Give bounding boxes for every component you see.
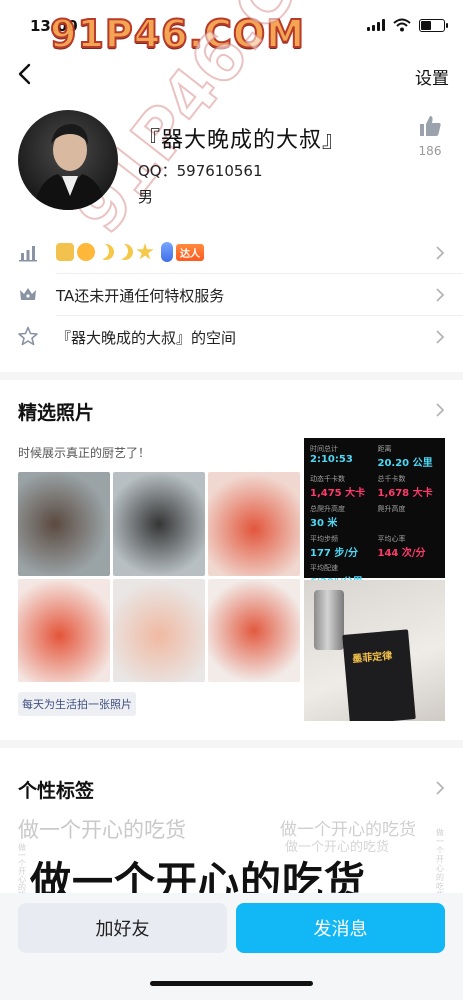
crown-outline-icon — [20, 288, 36, 300]
like-count: 186 — [418, 144, 442, 158]
nav-bar: 设置 — [0, 54, 463, 94]
star-outline-icon — [18, 326, 38, 346]
home-indicator[interactable] — [150, 981, 313, 986]
chevron-right-icon — [436, 288, 445, 302]
bottom-action-bar: 加好友 发消息 — [0, 893, 463, 1000]
lobster-photo[interactable] — [18, 578, 110, 682]
section-separator — [0, 372, 463, 380]
lobster-photo[interactable] — [113, 472, 205, 576]
add-friend-button[interactable]: 加好友 — [18, 903, 227, 953]
level-row[interactable]: 达人 — [0, 232, 463, 274]
privilege-row[interactable]: TA还未开通任何特权服务 — [0, 274, 463, 316]
battery-icon — [419, 18, 448, 32]
fitness-stat: 距离 20.20 公里 — [377, 445, 433, 469]
featured-photos-title: 精选照片 — [18, 402, 95, 424]
privilege-label: TA还未开通任何特权服务 — [56, 287, 225, 305]
fitness-screenshot-photo[interactable]: 时间总计 2:10:53 距离 20.20 公里 动态千卡数 1,475 大卡 总千卡… — [304, 438, 445, 601]
lobster-photo[interactable] — [113, 578, 205, 682]
fitness-stats: 时间总计 2:10:53 距离 20.20 公里 动态千卡数 1,475 大卡 总千卡… — [310, 444, 439, 559]
star-badge-icon — [136, 243, 154, 260]
chevron-right-icon — [436, 403, 445, 417]
book-title: 墨菲定律 — [351, 650, 393, 666]
like-button[interactable]: 186 — [413, 114, 447, 158]
fitness-stat: 总千卡数 1,678 大卡 — [377, 475, 433, 499]
level-badges: 达人 — [56, 242, 204, 262]
profile-header: 『器大晚成的大叔』 QQ：597610561 男 186 — [0, 108, 463, 218]
fitness-stat: 总爬升高度 30 米 — [310, 505, 345, 529]
qq-number: 597610561 — [176, 162, 263, 180]
book-photo[interactable]: 墨菲定律 — [304, 580, 445, 721]
fitness-stat: 时间总计 2:10:53 — [310, 445, 353, 465]
wifi-icon — [393, 18, 411, 32]
personal-tag-echo: 做一个开心的吃货 — [436, 828, 444, 900]
featured-photos-header[interactable]: 精选照片 — [0, 390, 463, 430]
photo-grid — [18, 472, 300, 682]
sun-badge-icon — [77, 243, 95, 261]
avatar[interactable] — [18, 110, 118, 210]
fitness-stat: 动态千卡数 1,475 大卡 — [310, 475, 366, 499]
fitness-stat: 爬升高度 — [377, 505, 406, 513]
section-separator — [0, 740, 463, 748]
book: 墨菲定律 — [342, 629, 416, 721]
send-message-button[interactable]: 发消息 — [236, 903, 445, 953]
thermos-cup — [314, 590, 344, 650]
fitness-stat: 平均心率 144 次/分 — [377, 535, 426, 559]
qq-number-line: QQ：597610561 — [138, 160, 263, 181]
gender-label: 男 — [138, 188, 154, 206]
profile-nickname: 『器大晚成的大叔』 — [138, 128, 346, 153]
level-chart-icon — [19, 246, 37, 262]
microphone-badge-icon — [161, 242, 173, 262]
moon-badge-icon — [98, 244, 114, 260]
personal-tags-header[interactable]: 个性标签 — [0, 768, 463, 808]
settings-button[interactable]: 设置 — [415, 64, 449, 89]
lobster-photo[interactable] — [18, 472, 110, 576]
lobster-photo[interactable] — [208, 578, 300, 682]
qzone-label: 『器大晚成的大叔』的空间 — [56, 329, 237, 347]
avatar-portrait — [34, 124, 106, 210]
moon-badge-icon — [117, 244, 133, 260]
personal-tag-echo: 做一个开心的吃货 — [18, 818, 186, 842]
status-icons — [367, 18, 448, 32]
lobster-photo[interactable] — [208, 472, 300, 576]
chevron-right-icon — [436, 781, 445, 795]
signal-icon — [367, 19, 385, 31]
chevron-right-icon — [436, 246, 445, 260]
watermark-logo-top: 91P46.COM — [49, 11, 306, 57]
qzone-row[interactable]: 『器大晚成的大叔』的空间 — [0, 316, 463, 358]
crown-badge-icon — [56, 243, 74, 261]
chevron-right-icon — [436, 330, 445, 344]
back-arrow-icon[interactable] — [16, 62, 34, 86]
qq-label: QQ： — [138, 162, 177, 180]
fitness-stat: 平均步频 177 步/分 — [310, 535, 359, 559]
photo-album-tag[interactable]: 每天为生活拍一张照片 — [18, 692, 136, 716]
photo-caption: 时候展示真正的厨艺了！ — [18, 446, 151, 460]
thumbs-up-icon — [420, 116, 441, 136]
daren-badge: 达人 — [176, 243, 204, 261]
personal-tags-title: 个性标签 — [18, 780, 95, 802]
